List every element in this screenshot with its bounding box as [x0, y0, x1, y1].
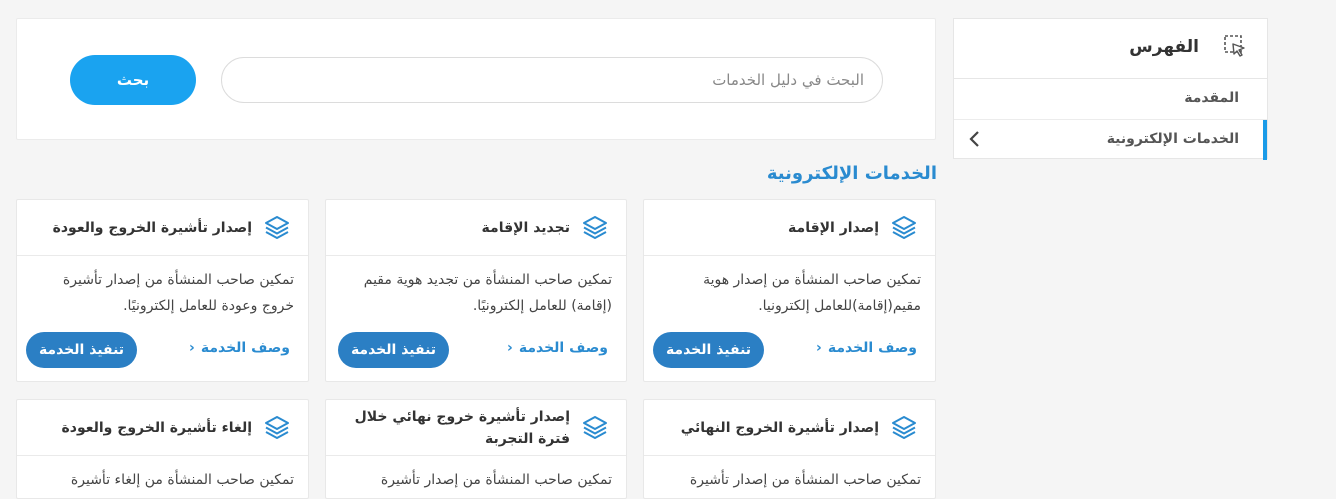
chevron-left-icon [969, 131, 979, 147]
service-title: إصدار الإقامة [788, 219, 879, 236]
service-description: تمكين صاحب المنشأة من إلغاء تأشيرة [70, 472, 294, 488]
link-label: وصف الخدمة [200, 340, 290, 356]
search-input[interactable] [221, 57, 883, 103]
chevron-left-icon: ‹ [189, 340, 195, 356]
chevron-left-icon: ‹ [507, 340, 513, 356]
execute-service-button[interactable]: تنفيذ الخدمة [653, 332, 764, 368]
service-title: إصدار تأشيرة الخروج والعودة [52, 219, 252, 236]
service-title: تجديد الإقامة [481, 219, 570, 236]
chevron-left-icon: ‹ [816, 340, 822, 356]
service-description-link[interactable]: وصف الخدمة ‹ [189, 340, 290, 356]
service-card: تجديد الإقامة تمكين صاحب المنشأة من تجدي… [325, 199, 627, 382]
sidebar-item-label: المقدمة [1184, 90, 1239, 106]
service-card: إصدار تأشيرة الخروج النهائي تمكين صاحب ا… [643, 399, 936, 499]
sidebar-header: الفهرس [954, 19, 1267, 79]
service-title: إلغاء تأشيرة الخروج والعودة [61, 419, 253, 436]
layers-icon [892, 416, 916, 439]
service-description-link[interactable]: وصف الخدمة ‹ [507, 340, 608, 356]
index-sidebar: الفهرس المقدمة الخدمات الإلكترونية [953, 18, 1268, 160]
sidebar-item-introduction[interactable]: المقدمة [954, 79, 1267, 120]
layers-icon [265, 216, 289, 239]
service-description: تمكين صاحب المنشأة من إصدار هوية مقيم(إق… [703, 272, 921, 314]
service-description: تمكين صاحب المنشأة من إصدار تأشيرة خروج … [62, 272, 294, 314]
sidebar-item-eservices[interactable]: الخدمات الإلكترونية [954, 120, 1267, 160]
selection-cursor-icon [1224, 35, 1245, 57]
execute-service-button[interactable]: تنفيذ الخدمة [26, 332, 137, 368]
search-panel: بحث [16, 18, 936, 140]
layers-icon [265, 416, 289, 439]
link-label: وصف الخدمة [827, 340, 917, 356]
service-title: إصدار تأشيرة خروج نهائي خلال فترة التجرب… [354, 408, 570, 447]
service-card: إلغاء تأشيرة الخروج والعودة تمكين صاحب ا… [16, 399, 309, 499]
link-label: وصف الخدمة [518, 340, 608, 356]
layers-icon [583, 416, 607, 439]
service-card: إصدار الإقامة تمكين صاحب المنشأة من إصدا… [643, 199, 936, 382]
service-title: إصدار تأشيرة الخروج النهائي [680, 419, 879, 436]
service-card: إصدار تأشيرة خروج نهائي خلال فترة التجرب… [325, 399, 627, 499]
service-card: إصدار تأشيرة الخروج والعودة تمكين صاحب ا… [16, 199, 309, 382]
service-description: تمكين صاحب المنشأة من تجديد هوية مقيم (إ… [363, 272, 612, 314]
layers-icon [892, 216, 916, 239]
service-description-link[interactable]: وصف الخدمة ‹ [816, 340, 917, 356]
search-button[interactable]: بحث [70, 55, 196, 105]
execute-service-button[interactable]: تنفيذ الخدمة [338, 332, 449, 368]
sidebar-item-label: الخدمات الإلكترونية [1106, 131, 1239, 147]
sidebar-title: الفهرس [1129, 37, 1199, 57]
service-description: تمكين صاحب المنشأة من إصدار تأشيرة [380, 472, 612, 488]
section-title: الخدمات الإلكترونية [766, 163, 937, 184]
layers-icon [583, 216, 607, 239]
service-description: تمكين صاحب المنشأة من إصدار تأشيرة [689, 472, 921, 488]
